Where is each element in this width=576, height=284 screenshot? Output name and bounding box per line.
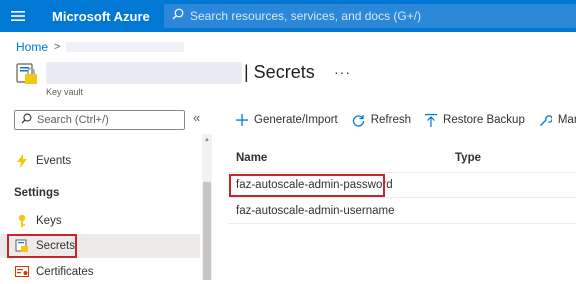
sidebar-search-placeholder: Search (Ctrl+/): [37, 114, 109, 126]
generate-import-button[interactable]: Generate/Import: [236, 114, 338, 126]
restore-backup-button[interactable]: Restore Backup: [425, 113, 525, 127]
column-header-name[interactable]: Name: [236, 152, 267, 164]
menu-icon[interactable]: [0, 0, 36, 32]
scroll-up-icon[interactable]: ▲: [204, 137, 210, 143]
sidebar-item-label: Certificates: [36, 266, 94, 278]
sidebar-item-keys[interactable]: Keys: [0, 209, 200, 233]
sidebar-section-settings: Settings: [14, 187, 60, 199]
sidebar-item-label: Keys: [36, 215, 62, 227]
refresh-icon: [352, 114, 365, 127]
wrench-icon: [539, 114, 552, 127]
upload-icon: [425, 113, 438, 127]
plus-icon: [236, 114, 248, 126]
breadcrumb-home[interactable]: Home: [16, 40, 48, 54]
secret-name-link[interactable]: faz-autoscale-admin-username: [236, 205, 395, 217]
key-vault-icon: [16, 62, 38, 86]
top-bar: Microsoft Azure Search resources, servic…: [0, 0, 576, 32]
key-icon: [14, 213, 30, 229]
vault-name-redacted: [46, 62, 242, 84]
lightning-icon: [14, 153, 30, 169]
global-search-placeholder: Search resources, services, and docs (G+…: [190, 9, 422, 23]
certificate-icon: [14, 264, 30, 280]
breadcrumb-redacted: [66, 42, 185, 52]
sidebar-item-label: Events: [36, 155, 72, 167]
sidebar-scrollbar[interactable]: ▲: [202, 134, 212, 280]
search-icon: [172, 7, 184, 25]
manage-button[interactable]: Manage: [539, 114, 576, 127]
manage-label: Manage: [557, 114, 576, 126]
more-options-button[interactable]: ···: [334, 64, 351, 80]
page-subtitle: Key vault: [46, 87, 84, 97]
column-header-type[interactable]: Type: [455, 152, 481, 164]
scrollbar-thumb[interactable]: [203, 182, 211, 280]
command-bar: Generate/Import Refresh Restore Backup M…: [236, 110, 576, 130]
global-search-input[interactable]: Search resources, services, and docs (G+…: [164, 4, 576, 28]
refresh-label: Refresh: [370, 114, 412, 126]
secrets-highlight-box: [7, 234, 77, 258]
brand-title[interactable]: Microsoft Azure: [52, 9, 164, 24]
breadcrumb: Home >: [16, 40, 185, 54]
breadcrumb-separator: >: [54, 41, 61, 53]
search-icon: [21, 111, 32, 129]
sidebar-item-events[interactable]: Events: [0, 149, 200, 173]
generate-import-label: Generate/Import: [254, 114, 338, 126]
sidebar-item-certificates[interactable]: Certificates: [0, 260, 200, 284]
page-title: | Secrets: [244, 62, 315, 82]
collapse-sidebar-button[interactable]: «: [193, 110, 200, 125]
refresh-button[interactable]: Refresh: [352, 114, 411, 127]
table-row[interactable]: faz-autoscale-admin-username: [228, 199, 576, 224]
restore-backup-label: Restore Backup: [443, 114, 525, 126]
row-highlight-box: [229, 174, 385, 197]
sidebar-search-input[interactable]: Search (Ctrl+/): [14, 110, 185, 130]
